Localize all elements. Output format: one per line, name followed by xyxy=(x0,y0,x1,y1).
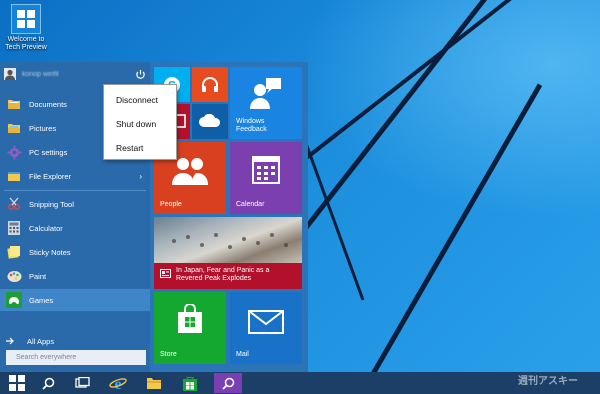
start-item-label: Snipping Tool xyxy=(29,199,74,209)
start-item-label: Documents xyxy=(29,99,67,109)
watermark-logo: 週刊アスキー xyxy=(518,376,578,387)
search-placeholder: Search everywhere xyxy=(16,354,77,361)
store-button[interactable] xyxy=(176,373,204,393)
feedback-person-icon xyxy=(250,78,281,109)
arrow-right-icon xyxy=(6,337,14,345)
start-item-sticky-notes[interactable]: Sticky Notes xyxy=(0,241,150,263)
start-item-label: File Explorer xyxy=(29,171,72,181)
documents-folder-icon xyxy=(6,96,22,112)
desktop-icon-label: Welcome to Tech Preview xyxy=(5,36,47,51)
active-search-app-button[interactable] xyxy=(214,373,242,393)
store-bag-icon xyxy=(178,304,202,333)
search-icon xyxy=(41,377,54,390)
windows-logo-icon xyxy=(9,375,25,391)
gear-icon xyxy=(6,144,22,160)
start-item-label: Sticky Notes xyxy=(29,247,71,257)
start-item-snipping-tool[interactable]: Snipping Tool xyxy=(0,193,150,215)
start-item-paint[interactable]: Paint xyxy=(0,265,150,287)
tile-news[interactable]: In Japan, Fear and Panic as a Revered Pe… xyxy=(154,217,302,289)
chevron-right-icon[interactable]: › xyxy=(139,172,142,181)
task-view-button[interactable] xyxy=(68,373,96,393)
start-button[interactable] xyxy=(3,373,31,393)
sticky-notes-icon xyxy=(6,244,22,260)
user-account[interactable]: konop winfil xyxy=(4,67,59,81)
tile-calendar[interactable]: Calendar xyxy=(230,142,302,214)
wallpaper-light xyxy=(300,0,600,220)
file-explorer-button[interactable] xyxy=(140,373,168,393)
folder-icon xyxy=(147,378,161,389)
avatar xyxy=(4,68,16,80)
pictures-folder-icon xyxy=(6,120,22,136)
start-item-label: Paint xyxy=(29,271,47,281)
internet-explorer-icon: e xyxy=(109,376,127,391)
start-item-label: Calculator xyxy=(29,223,63,233)
windows-logo-icon xyxy=(11,4,41,34)
start-item-label: Games xyxy=(29,295,54,305)
cloud-icon xyxy=(199,114,221,127)
file-explorer-icon xyxy=(6,168,22,184)
start-item-label: Pictures xyxy=(29,123,57,133)
user-name: konop winfil xyxy=(22,70,59,78)
all-apps-label: All Apps xyxy=(27,336,55,346)
tile-windows-feedback[interactable]: Windows Feedback xyxy=(230,67,302,139)
tile-label: People xyxy=(160,201,182,208)
scissors-icon xyxy=(6,196,22,212)
tile-mail[interactable]: Mail xyxy=(230,292,302,364)
all-apps-button[interactable]: All Apps xyxy=(6,335,54,347)
power-menu: Disconnect Shut down Restart xyxy=(103,84,177,160)
taskbar: e xyxy=(0,372,600,394)
power-menu-disconnect[interactable]: Disconnect xyxy=(116,95,158,105)
calendar-icon xyxy=(252,156,280,184)
news-icon xyxy=(160,269,171,278)
taskbar-search-button[interactable] xyxy=(34,373,62,393)
tile-onedrive[interactable] xyxy=(192,104,228,139)
svg-text:e: e xyxy=(114,376,121,391)
tile-label: Store xyxy=(160,351,177,358)
task-view-icon xyxy=(74,377,90,388)
internet-explorer-button[interactable]: e xyxy=(104,373,132,393)
calculator-icon xyxy=(6,220,22,236)
tile-label: Windows Feedback xyxy=(236,118,267,133)
news-headline: In Japan, Fear and Panic as a Revered Pe… xyxy=(176,267,270,282)
mail-envelope-icon xyxy=(248,310,284,334)
start-item-calculator[interactable]: Calculator xyxy=(0,217,150,239)
xbox-games-icon xyxy=(6,292,22,308)
store-bag-icon xyxy=(183,376,197,391)
search-icon xyxy=(221,377,234,390)
start-item-games[interactable]: Games xyxy=(0,289,150,311)
tile-music[interactable] xyxy=(192,67,228,102)
divider xyxy=(4,190,146,191)
power-icon xyxy=(135,69,145,79)
tile-label: Mail xyxy=(236,351,249,358)
tile-store[interactable]: Store xyxy=(154,292,226,364)
search-input[interactable]: Search everywhere xyxy=(6,350,146,365)
start-item-label: PC settings xyxy=(29,147,68,157)
tile-label: Calendar xyxy=(236,201,265,208)
people-icon xyxy=(172,158,208,185)
news-photo xyxy=(154,217,302,263)
start-item-file-explorer[interactable]: File Explorer › xyxy=(0,165,150,187)
headphones-icon xyxy=(202,77,218,92)
power-button[interactable] xyxy=(133,67,147,81)
desktop-icon-welcome[interactable]: Welcome to Tech Preview xyxy=(2,4,50,52)
power-menu-restart[interactable]: Restart xyxy=(116,143,143,153)
power-menu-shut-down[interactable]: Shut down xyxy=(116,119,156,129)
paint-palette-icon xyxy=(6,268,22,284)
